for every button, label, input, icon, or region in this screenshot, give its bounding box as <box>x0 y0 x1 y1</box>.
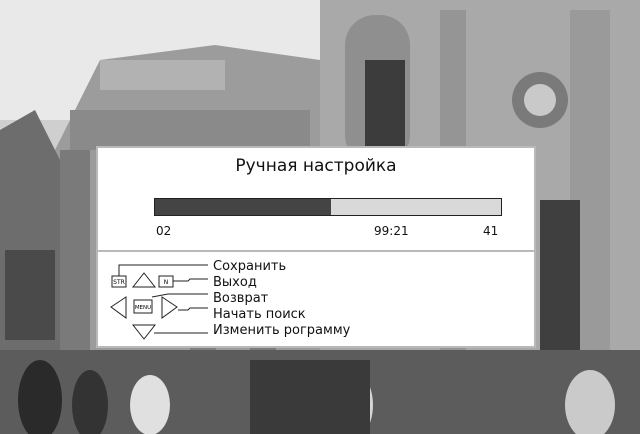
manual-tuning-dialog: Ручная настройка 02 99:21 41 STR N MENU … <box>96 146 536 348</box>
n-key-icon[interactable]: N <box>158 275 174 288</box>
tuning-progress-bar <box>154 198 502 216</box>
svg-text:MENU: MENU <box>135 305 151 311</box>
str-key-icon[interactable]: STR <box>111 275 127 288</box>
exit-action-label: Выход <box>213 275 257 290</box>
back-action-label: Возврат <box>213 291 269 306</box>
up-arrow-icon[interactable] <box>131 272 157 288</box>
progress-end-value: 41 <box>483 224 499 238</box>
down-arrow-icon[interactable] <box>131 324 157 340</box>
progress-middle-value: 99:21 <box>374 224 409 238</box>
svg-text:N: N <box>164 279 169 286</box>
tuning-progress-fill <box>155 199 332 215</box>
progress-start-value: 02 <box>156 224 172 238</box>
change-program-action-label: Изменить рограмму <box>213 323 351 338</box>
left-arrow-icon[interactable] <box>110 296 127 319</box>
menu-key-icon[interactable]: MENU <box>133 299 153 314</box>
save-action-label: Сохранить <box>213 259 287 274</box>
dialog-title: Ручная настройка <box>235 156 397 176</box>
svg-text:STR: STR <box>113 279 125 286</box>
search-action-label: Начать поиск <box>213 307 306 322</box>
right-arrow-icon[interactable] <box>161 296 178 319</box>
remote-key-legend: STR N MENU Сохранить Выход Возврат Начат… <box>98 252 534 346</box>
